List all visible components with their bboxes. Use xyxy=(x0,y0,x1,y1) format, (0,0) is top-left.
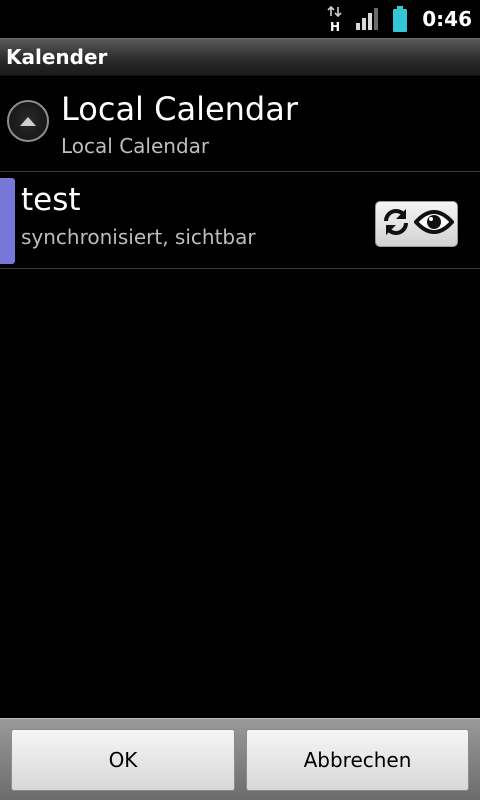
ok-button[interactable]: OK xyxy=(11,729,235,791)
battery-icon xyxy=(392,6,408,32)
title-bar: Kalender xyxy=(0,38,480,76)
visible-eye-icon xyxy=(412,208,455,240)
network-type-label: H xyxy=(330,20,340,33)
calendar-color-swatch xyxy=(0,178,15,264)
calendar-list-item[interactable]: test synchronisiert, sichtbar xyxy=(0,172,480,269)
signal-icon xyxy=(356,8,380,30)
group-title: Local Calendar xyxy=(61,90,298,128)
sync-icon xyxy=(380,206,412,242)
calendar-group-header[interactable]: Local Calendar Local Calendar xyxy=(0,76,480,172)
clock-time: 0:46 xyxy=(422,7,472,31)
calendar-name: test xyxy=(21,182,81,218)
status-bar: H 0:46 xyxy=(0,0,480,38)
calendar-status: synchronisiert, sichtbar xyxy=(21,225,256,249)
sync-visibility-toggle-button[interactable] xyxy=(375,201,458,247)
data-transfer-icon: H xyxy=(326,5,344,33)
collapse-up-icon[interactable] xyxy=(7,100,49,142)
cancel-button[interactable]: Abbrechen xyxy=(246,729,469,791)
group-subtitle: Local Calendar xyxy=(61,134,210,158)
dialog-button-bar: OK Abbrechen xyxy=(0,718,480,800)
window-title: Kalender xyxy=(6,45,108,69)
